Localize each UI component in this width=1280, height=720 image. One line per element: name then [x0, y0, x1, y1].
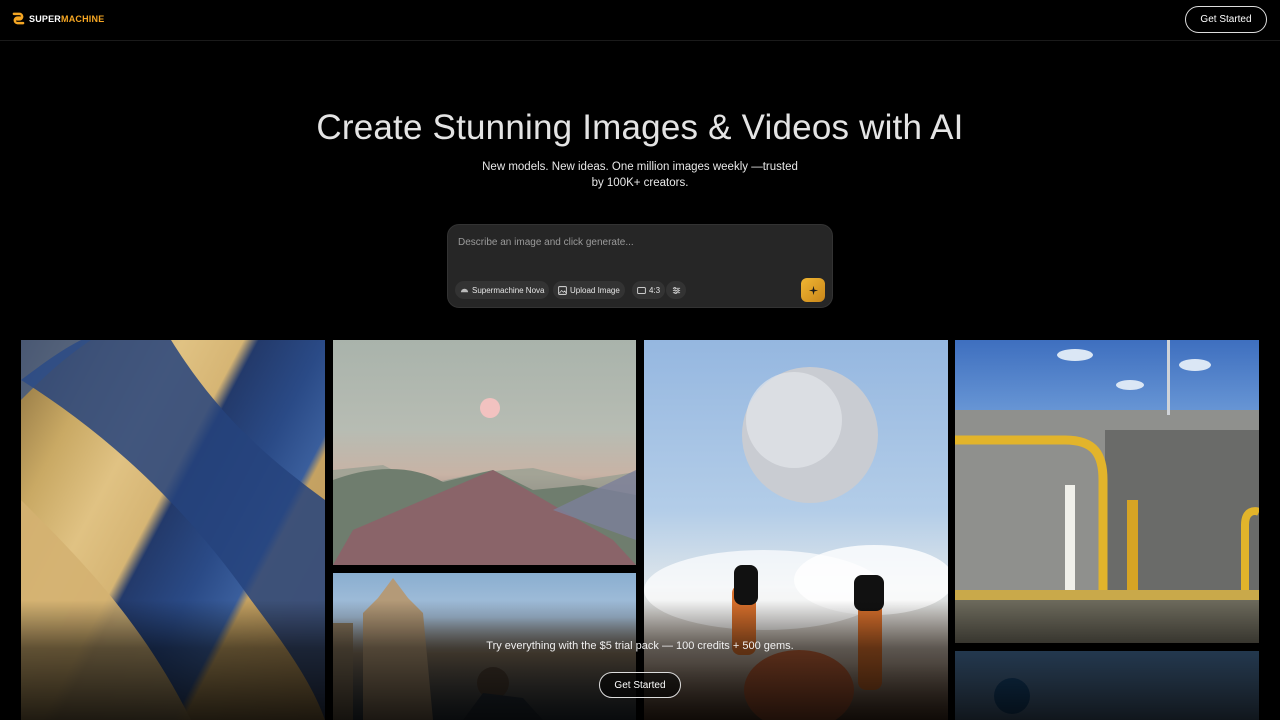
- blue-sky-image: [994, 678, 1030, 714]
- sliders-icon: [672, 286, 680, 294]
- gallery-image-poles[interactable]: [955, 340, 1259, 643]
- gallery-image-sky[interactable]: [955, 651, 1259, 720]
- logo-icon: [12, 12, 25, 25]
- gallery-image-desert[interactable]: [21, 340, 325, 720]
- sparkle-icon: [808, 285, 818, 295]
- aspect-ratio-icon: [637, 286, 646, 294]
- model-selector-label: Supermachine Nova: [472, 285, 545, 295]
- trial-pack-promo: Try everything with the $5 trial pack — …: [486, 640, 794, 652]
- brand-name: SUPERMACHINE: [29, 13, 105, 24]
- palette-icon: [460, 288, 469, 292]
- settings-button[interactable]: [666, 281, 686, 299]
- model-selector[interactable]: Supermachine Nova: [455, 281, 550, 299]
- get-started-button[interactable]: Get Started: [1185, 6, 1267, 33]
- generate-button[interactable]: [801, 278, 825, 302]
- desert-dunes-image: [21, 340, 325, 720]
- gallery-image-disco[interactable]: [644, 340, 948, 720]
- hero-title: Create Stunning Images & Videos with AI: [316, 108, 964, 147]
- upload-image-label: Upload Image: [570, 285, 620, 295]
- disco-ball-astronaut-image: [644, 367, 948, 720]
- gallery-image-mountains[interactable]: [333, 340, 636, 565]
- aspect-ratio-label: 4:3: [649, 285, 661, 295]
- prompt-composer: Supermachine Nova Upload Image 4:3: [447, 224, 833, 308]
- upload-image-button[interactable]: Upload Image: [553, 281, 625, 299]
- pastel-mountains-moon-image: [333, 398, 636, 565]
- prompt-input[interactable]: [458, 233, 818, 251]
- aspect-ratio-selector[interactable]: 4:3: [632, 281, 666, 299]
- hero-subtitle: New models. New ideas. One million image…: [482, 161, 798, 189]
- image-icon: [558, 285, 567, 295]
- brand-logo[interactable]: SUPERMACHINE: [12, 12, 104, 25]
- top-navigation: SUPERMACHINE Get Started: [0, 0, 1280, 41]
- trial-get-started-button[interactable]: Get Started: [599, 672, 681, 698]
- yellow-poles-wall-image: [955, 340, 1259, 643]
